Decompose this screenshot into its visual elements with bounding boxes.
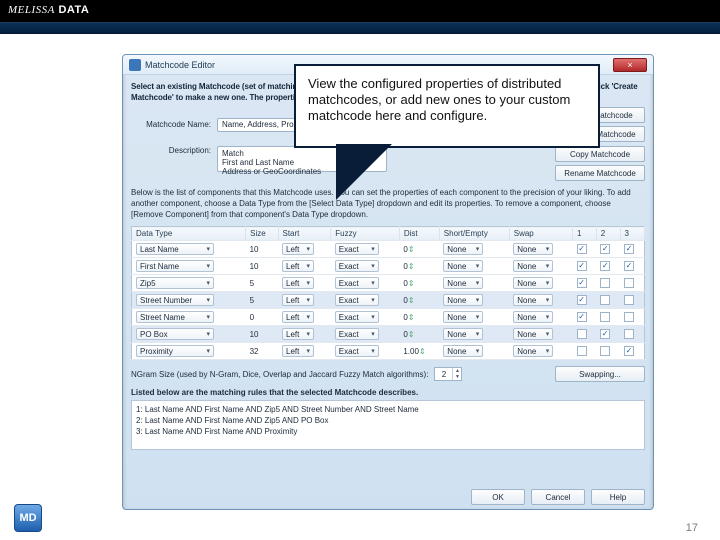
- cell-dropdown[interactable]: None▾: [513, 294, 553, 306]
- column-header[interactable]: Fuzzy: [331, 227, 400, 241]
- column-header[interactable]: Swap: [509, 227, 572, 241]
- combo-checkbox[interactable]: [624, 312, 634, 322]
- accent-bar: [0, 22, 720, 34]
- cell-dropdown[interactable]: PO Box▾: [136, 328, 214, 340]
- cell-dropdown[interactable]: First Name▾: [136, 260, 214, 272]
- cell-dropdown[interactable]: None▾: [443, 311, 483, 323]
- combo-checkbox[interactable]: [600, 278, 610, 288]
- cell-dropdown[interactable]: Exact▾: [335, 345, 379, 357]
- cell-dropdown[interactable]: None▾: [513, 328, 553, 340]
- rename-matchcode-button[interactable]: Rename Matchcode: [555, 165, 645, 181]
- combo-checkbox[interactable]: [600, 295, 610, 305]
- cell-dropdown[interactable]: Exact▾: [335, 311, 379, 323]
- md-badge-icon: MD: [14, 504, 42, 532]
- column-header[interactable]: Dist: [399, 227, 439, 241]
- brand-logo: MELISSA DATA: [0, 0, 97, 20]
- cell-dropdown[interactable]: Last Name▾: [136, 243, 214, 255]
- column-header[interactable]: Data Type: [132, 227, 246, 241]
- cell-dropdown[interactable]: None▾: [513, 260, 553, 272]
- cell-dropdown[interactable]: Exact▾: [335, 328, 379, 340]
- combo-checkbox[interactable]: [577, 329, 587, 339]
- cell-dropdown[interactable]: None▾: [513, 277, 553, 289]
- cell-dropdown[interactable]: Street Number▾: [136, 294, 214, 306]
- column-header[interactable]: Start: [278, 227, 331, 241]
- component-row[interactable]: PO Box▾10Left▾Exact▾0⇕None▾None▾: [132, 326, 645, 343]
- combo-checkbox[interactable]: [624, 295, 634, 305]
- cell-dropdown[interactable]: None▾: [513, 311, 553, 323]
- rules-header: Listed below are the matching rules that…: [131, 388, 645, 397]
- component-row[interactable]: Zip5▾5Left▾Exact▾0⇕None▾None▾: [132, 275, 645, 292]
- combo-checkbox[interactable]: [624, 329, 634, 339]
- component-row[interactable]: First Name▾10Left▾Exact▾0⇕None▾None▾: [132, 258, 645, 275]
- window-title: Matchcode Editor: [145, 60, 215, 70]
- component-row[interactable]: Street Number▾5Left▾Exact▾0⇕None▾None▾: [132, 292, 645, 309]
- cell-dropdown[interactable]: Exact▾: [335, 294, 379, 306]
- description-label: Description:: [131, 146, 211, 155]
- combo-checkbox[interactable]: [577, 244, 587, 254]
- column-header[interactable]: 2: [596, 227, 620, 241]
- copy-matchcode-button[interactable]: Copy Matchcode: [555, 146, 645, 162]
- rule-line: 2: Last Name AND First Name AND Zip5 AND…: [136, 415, 640, 426]
- app-icon: [129, 59, 141, 71]
- component-row[interactable]: Proximity▾32Left▾Exact▾1.00⇕None▾None▾: [132, 343, 645, 360]
- rules-list: 1: Last Name AND First Name AND Zip5 AND…: [131, 400, 645, 450]
- combo-checkbox[interactable]: [577, 261, 587, 271]
- column-header[interactable]: Short/Empty: [439, 227, 509, 241]
- combo-checkbox[interactable]: [624, 346, 634, 356]
- combo-checkbox[interactable]: [624, 261, 634, 271]
- ngram-label: NGram Size (used by N-Gram, Dice, Overla…: [131, 370, 428, 379]
- components-grid[interactable]: Data TypeSizeStartFuzzyDistShort/EmptySw…: [131, 226, 645, 360]
- cell-dropdown[interactable]: Exact▾: [335, 277, 379, 289]
- combo-checkbox[interactable]: [624, 244, 634, 254]
- column-header[interactable]: 1: [573, 227, 597, 241]
- cell-dropdown[interactable]: Left▾: [282, 277, 314, 289]
- close-button[interactable]: ×: [613, 58, 647, 72]
- cell-dropdown[interactable]: Left▾: [282, 294, 314, 306]
- cell-dropdown[interactable]: None▾: [443, 294, 483, 306]
- ngram-spinner[interactable]: 2 ▲▼: [434, 367, 462, 381]
- column-header[interactable]: Size: [246, 227, 278, 241]
- cell-dropdown[interactable]: None▾: [443, 243, 483, 255]
- combo-checkbox[interactable]: [600, 312, 610, 322]
- cancel-button[interactable]: Cancel: [531, 489, 585, 505]
- cell-dropdown[interactable]: Left▾: [282, 260, 314, 272]
- cell-dropdown[interactable]: Left▾: [282, 328, 314, 340]
- matchcode-name-label: Matchcode Name:: [131, 120, 211, 129]
- cell-dropdown[interactable]: Exact▾: [335, 243, 379, 255]
- combo-checkbox[interactable]: [577, 295, 587, 305]
- cell-dropdown[interactable]: Exact▾: [335, 260, 379, 272]
- cell-dropdown[interactable]: Proximity▾: [136, 345, 214, 357]
- rule-line: 3: Last Name AND First Name AND Proximit…: [136, 426, 640, 437]
- cell-dropdown[interactable]: None▾: [443, 345, 483, 357]
- component-row[interactable]: Street Name▾0Left▾Exact▾0⇕None▾None▾: [132, 309, 645, 326]
- cell-dropdown[interactable]: Left▾: [282, 311, 314, 323]
- help-button[interactable]: Help: [591, 489, 645, 505]
- cell-dropdown[interactable]: None▾: [443, 328, 483, 340]
- cell-dropdown[interactable]: None▾: [513, 345, 553, 357]
- ok-button[interactable]: OK: [471, 489, 525, 505]
- cell-dropdown[interactable]: Street Name▾: [136, 311, 214, 323]
- cell-dropdown[interactable]: None▾: [443, 277, 483, 289]
- combo-checkbox[interactable]: [577, 346, 587, 356]
- rule-line: 1: Last Name AND First Name AND Zip5 AND…: [136, 404, 640, 415]
- component-row[interactable]: Last Name▾10Left▾Exact▾0⇕None▾None▾: [132, 241, 645, 258]
- combo-checkbox[interactable]: [600, 244, 610, 254]
- cell-dropdown[interactable]: Left▾: [282, 345, 314, 357]
- brand-bar: MELISSA DATA: [0, 0, 720, 22]
- cell-dropdown[interactable]: None▾: [513, 243, 553, 255]
- combo-checkbox[interactable]: [600, 261, 610, 271]
- cell-dropdown[interactable]: None▾: [443, 260, 483, 272]
- combo-checkbox[interactable]: [577, 312, 587, 322]
- combo-checkbox[interactable]: [600, 329, 610, 339]
- swapping-button[interactable]: Swapping...: [555, 366, 645, 382]
- column-header[interactable]: 3: [620, 227, 644, 241]
- page-number: 17: [686, 522, 698, 534]
- cell-dropdown[interactable]: Zip5▾: [136, 277, 214, 289]
- combo-checkbox[interactable]: [577, 278, 587, 288]
- cell-dropdown[interactable]: Left▾: [282, 243, 314, 255]
- combo-checkbox[interactable]: [600, 346, 610, 356]
- combo-checkbox[interactable]: [624, 278, 634, 288]
- tooltip-callout: View the configured properties of distri…: [294, 64, 600, 148]
